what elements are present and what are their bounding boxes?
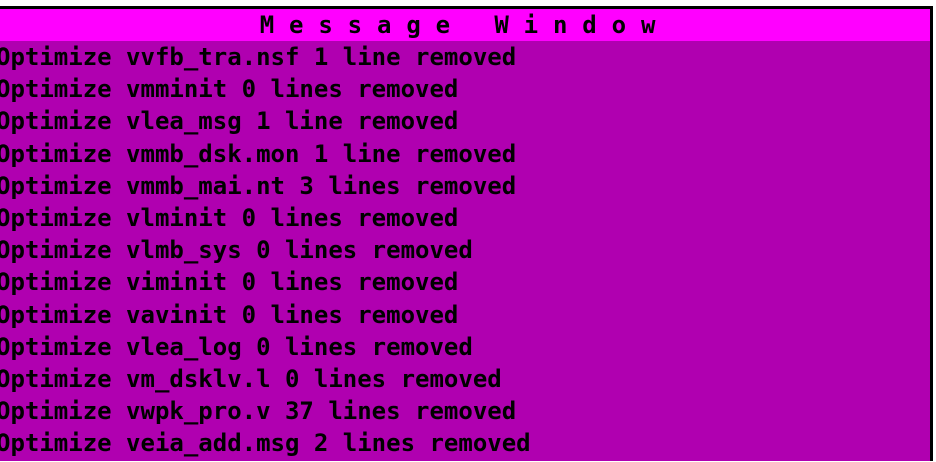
message-line: Optimize viminit 0 lines removed [0,268,459,297]
message-line: Optimize vmmb_mai.nt 3 lines removed [0,171,517,200]
message-line: Optimize vmminit 0 lines removed [0,75,459,104]
message-line: Optimize vvfb_tra.nsf 1 line removed [0,43,517,71]
message-line: Optimize vmmb_dsk.mon 1 line removed [0,139,517,168]
message-line: Optimize vavinit 0 lines removed [0,300,459,329]
message-line: Optimize vm_dsklv.l 0 lines removed [0,364,502,393]
message-list: Optimize vvfb_tra.nsf 1 line removed Opt… [0,41,930,459]
message-window: Message Window Optimize vvfb_tra.nsf 1 l… [0,6,933,461]
message-line: Optimize vlea_msg 1 line removed [0,107,459,136]
message-line: Optimize vwpk_pro.v 37 lines removed [0,397,517,426]
message-line: Optimize veia_add.msg 2 lines removed [0,429,531,458]
message-line: Optimize vlea_log 0 lines removed [0,332,473,361]
message-line: Optimize vlminit 0 lines removed [0,203,459,232]
window-title: Message Window [0,9,930,41]
message-line: Optimize vlmb_sys 0 lines removed [0,236,473,265]
